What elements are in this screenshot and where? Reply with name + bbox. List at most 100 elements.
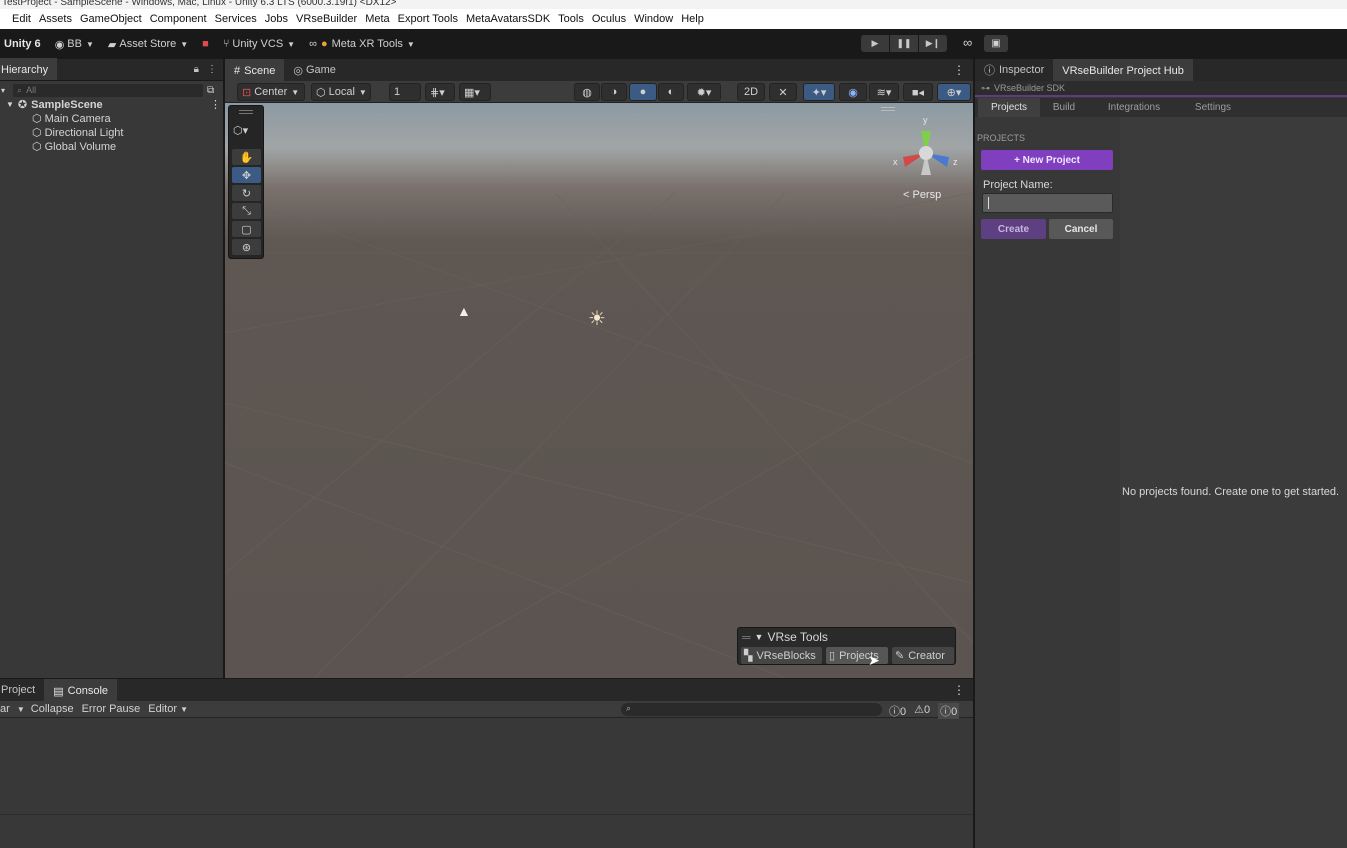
step-button[interactable]: ▶❙ [919, 35, 947, 52]
hierarchy-item[interactable]: ⬡ Main Camera [32, 112, 111, 126]
menu-tools[interactable]: Tools [558, 13, 584, 25]
filter-icon[interactable]: ⧉ [207, 85, 214, 96]
new-project-button[interactable]: + New Project [981, 150, 1113, 170]
drag-handle-icon[interactable] [239, 110, 253, 114]
view-tool-dropdown[interactable]: ⬡▾ [233, 124, 248, 137]
sun-icon[interactable]: ☀ [588, 306, 606, 331]
tab-hierarchy[interactable]: Hierarchy [0, 58, 58, 80]
project-name-input[interactable] [982, 193, 1113, 213]
vcs-dropdown[interactable]: ⑂ Unity VCS ▼ [223, 38, 295, 50]
axis-x-label: x [893, 157, 898, 167]
account-dropdown[interactable]: ◉ BB ▼ [55, 38, 94, 51]
collapse-icon[interactable]: ▼ [755, 632, 764, 642]
subtab-settings[interactable]: Settings [1183, 98, 1243, 117]
menu-edit[interactable]: Edit [12, 13, 31, 25]
create-button[interactable]: Create [981, 219, 1046, 239]
more-icon[interactable]: ⋮ [953, 683, 965, 697]
persp-toggle[interactable]: < Persp [903, 189, 941, 201]
meta-logo-icon[interactable]: ∞ [963, 35, 972, 50]
expand-icon[interactable]: ▼ [6, 100, 14, 109]
eye-icon: ◉ [848, 86, 858, 99]
menu-export-tools[interactable]: Export Tools [398, 13, 458, 25]
effects-dropdown[interactable]: ✦▾ [803, 83, 835, 101]
tab-inspector[interactable]: ⓘ Inspector [975, 59, 1053, 81]
cancel-button[interactable]: Cancel [1049, 219, 1113, 239]
scale-tool[interactable]: ⤡ [232, 203, 261, 219]
drag-handle-icon[interactable] [881, 107, 895, 111]
tab-game[interactable]: ◎ Game [284, 59, 345, 81]
hierarchy-search[interactable]: ⌕ All [13, 83, 204, 97]
info-count-toggle[interactable]: ⓘ0 [889, 703, 906, 719]
camera-dropdown[interactable]: ■◂ [903, 83, 933, 101]
drag-handle-icon[interactable]: ═ [742, 630, 751, 644]
pause-button[interactable]: ❚❚ [890, 35, 918, 52]
menu-help[interactable]: Help [681, 13, 704, 25]
console-search-input[interactable]: ⌕ [621, 703, 882, 716]
subtab-integrations[interactable]: Integrations [1099, 98, 1169, 117]
scene-viewport[interactable]: ▲ ☀ y x z < Persp [225, 103, 973, 678]
lock-icon[interactable]: 🔒︎ [194, 64, 199, 75]
menu-oculus[interactable]: Oculus [592, 13, 626, 25]
subtab-build[interactable]: Build [1041, 98, 1087, 117]
hierarchy-item[interactable]: ⬡ Global Volume [32, 140, 116, 154]
error-count-toggle[interactable]: ⓘ0 [938, 703, 960, 719]
shaded-button[interactable]: ● [629, 83, 657, 101]
layers-dropdown[interactable]: ≋▾ [869, 83, 899, 101]
menu-jobs[interactable]: Jobs [265, 13, 288, 25]
gizmos-dropdown[interactable]: ⊕▾ [937, 83, 971, 101]
more-icon[interactable]: ⋮ [207, 64, 217, 75]
tab-project[interactable]: Project [0, 679, 44, 701]
space-dropdown[interactable]: ⬡ Local ▼ [311, 83, 371, 101]
menu-assets[interactable]: Assets [39, 13, 72, 25]
add-icon[interactable]: ▾ [1, 86, 5, 95]
cloud-button[interactable]: ■ [202, 38, 209, 50]
collapse-button[interactable]: Collapse [31, 703, 74, 715]
tab-project-hub[interactable]: VRseBuilder Project Hub [1053, 59, 1193, 81]
editor-dropdown[interactable]: Editor ▼ [148, 703, 188, 715]
meta-xr-dropdown[interactable]: ∞ ● Meta XR Tools ▼ [309, 38, 415, 50]
unity-label: Unity 6 [4, 38, 41, 50]
menu-metaavatarssdk[interactable]: MetaAvatarsSDK [466, 13, 550, 25]
grid-icon: ▦▾ [464, 86, 480, 99]
wireframe-button[interactable]: ◑ [601, 83, 627, 101]
more-icon[interactable]: ⋮ [953, 63, 965, 77]
grid-settings-button[interactable]: ▦▾ [459, 83, 491, 101]
menu-gameobject[interactable]: GameObject [80, 13, 142, 25]
tab-scene[interactable]: # Scene [225, 59, 285, 81]
menu-component[interactable]: Component [150, 13, 207, 25]
draw-mode-button[interactable]: ◍ [574, 83, 600, 101]
menu-vrsebuilder[interactable]: VRseBuilder [296, 13, 357, 25]
more-icon[interactable]: ⋮ [210, 98, 221, 111]
lighting-toggle[interactable]: ✕ [769, 83, 797, 101]
tab-console[interactable]: ▤ Console [44, 679, 118, 701]
layout-button[interactable]: ▣ [984, 35, 1008, 52]
move-tool[interactable]: ✥ [232, 167, 261, 183]
error-pause-button[interactable]: Error Pause [82, 703, 141, 715]
clear-dropdown[interactable]: ar ▼ [0, 703, 25, 715]
camera-gizmo-icon[interactable]: ▲ [457, 303, 471, 319]
menu-services[interactable]: Services [215, 13, 257, 25]
hierarchy-item[interactable]: ⬡ Directional Light [32, 126, 123, 140]
pivot-dropdown[interactable]: ⊡ Center ▼ [237, 83, 305, 101]
rotate-tool[interactable]: ↻ [232, 185, 261, 201]
visibility-toggle[interactable]: ◉ [839, 83, 867, 101]
asset-store-dropdown[interactable]: ▰ Asset Store ▼ [108, 38, 188, 51]
menu-meta[interactable]: Meta [365, 13, 389, 25]
creator-button[interactable]: ✎ Creator [892, 647, 954, 664]
scene-row[interactable]: ▼ ✪ SampleScene ⋮ [6, 98, 221, 112]
play-button[interactable]: ▶ [861, 35, 889, 52]
transform-tool[interactable]: ⊛ [232, 239, 261, 255]
vrseblocks-button[interactable]: ▚ VRseBlocks [741, 647, 822, 664]
grid-snap-input[interactable]: 1 [389, 83, 421, 101]
textured-button[interactable]: ◐ [658, 83, 684, 101]
lighting-dropdown[interactable]: ✹▾ [687, 83, 721, 101]
subtab-projects[interactable]: Projects [978, 98, 1040, 117]
orientation-gizmo[interactable]: y x z [891, 115, 961, 185]
2d-toggle[interactable]: 2D [737, 83, 765, 101]
scene-toolbar: ⊡ Center ▼ ⬡ Local ▼ 1 ⋕▾ ▦▾ ◍ ◑ ● ◐ ✹▾ … [225, 81, 973, 103]
warning-count-toggle[interactable]: ⚠0 [914, 703, 930, 719]
hand-tool[interactable]: ✋ [232, 149, 261, 165]
snap-settings-button[interactable]: ⋕▾ [425, 83, 455, 101]
menu-window[interactable]: Window [634, 13, 673, 25]
rect-tool[interactable]: ▢ [232, 221, 261, 237]
